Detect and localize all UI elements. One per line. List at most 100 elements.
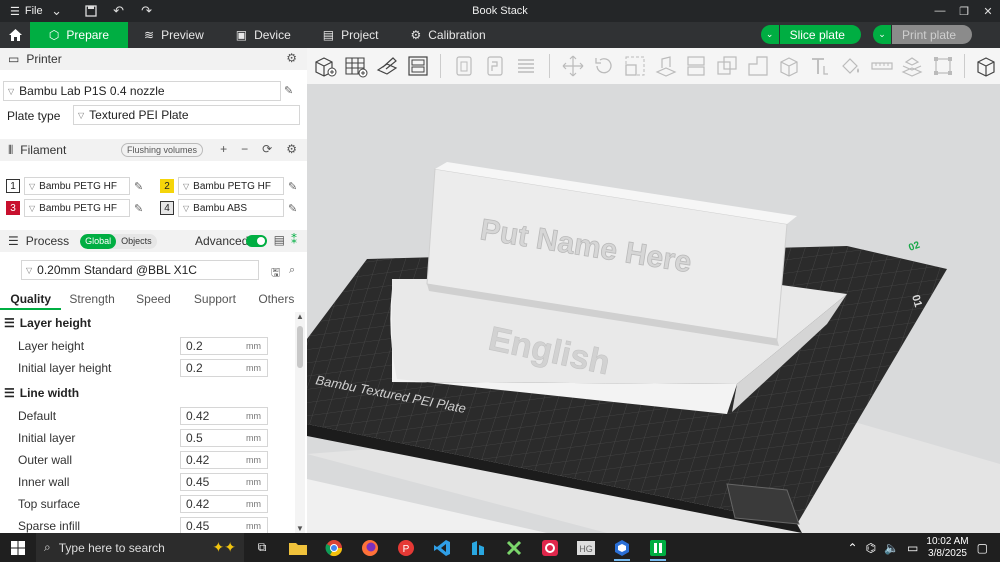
- firefox-icon[interactable]: [352, 533, 388, 562]
- line-width-input[interactable]: 0.42 mm: [180, 495, 268, 513]
- filament-select[interactable]: ▽ Bambu PETG HF: [178, 177, 284, 195]
- tab-project[interactable]: ▤ Project: [307, 22, 395, 48]
- view-cube-icon[interactable]: [972, 52, 1000, 80]
- line-width-input[interactable]: 0.45 mm: [180, 473, 268, 491]
- line-width-input[interactable]: 0.42 mm: [180, 451, 268, 469]
- tab-speed[interactable]: Speed: [123, 290, 184, 310]
- wifi-icon[interactable]: ⌬: [866, 541, 876, 555]
- scale-icon[interactable]: [621, 52, 649, 80]
- app-hg-icon[interactable]: HG: [568, 533, 604, 562]
- settings-scrollbar[interactable]: ▲ ▼: [295, 312, 305, 533]
- filament-slot-1[interactable]: 1 ▽ Bambu PETG HF ✎: [6, 177, 143, 195]
- split-layers-icon[interactable]: [512, 52, 540, 80]
- sync-icon[interactable]: ⟳: [262, 142, 272, 156]
- boolean-icon[interactable]: [713, 52, 741, 80]
- home-icon[interactable]: [0, 22, 30, 48]
- gear-icon[interactable]: ⚙: [286, 142, 297, 156]
- line-width-input[interactable]: 0.5 mm: [180, 429, 268, 447]
- tab-device[interactable]: ▣ Device: [220, 22, 307, 48]
- taskbar-search[interactable]: ⌕ Type here to search ✦✦: [36, 533, 244, 562]
- plate-type-select[interactable]: ▽ Textured PEI Plate: [73, 105, 300, 125]
- file-explorer-icon[interactable]: [280, 533, 316, 562]
- add-plate-icon[interactable]: [342, 52, 370, 80]
- filament-slot-3[interactable]: 3 ▽ Bambu PETG HF ✎: [6, 199, 143, 217]
- vscode-icon[interactable]: [424, 533, 460, 562]
- seam-paint-icon[interactable]: [775, 52, 803, 80]
- scroll-down-icon[interactable]: ▼: [296, 524, 304, 533]
- global-option[interactable]: Global: [80, 233, 117, 249]
- bambu-studio-icon[interactable]: [604, 533, 640, 562]
- list-icon[interactable]: ▤: [274, 233, 285, 247]
- tray-chevron-up-icon[interactable]: ⌃: [848, 541, 858, 555]
- compare-icon[interactable]: ⁑: [291, 233, 297, 247]
- app-tools-icon[interactable]: [496, 533, 532, 562]
- filament-select[interactable]: ▽ Bambu ABS: [178, 199, 284, 217]
- app-p-icon[interactable]: P: [388, 533, 424, 562]
- advanced-toggle[interactable]: [246, 235, 267, 247]
- color-paint-icon[interactable]: [837, 52, 865, 80]
- filament-select[interactable]: ▽ Bambu PETG HF: [24, 177, 130, 195]
- line-width-input[interactable]: 0.42 mm: [180, 407, 268, 425]
- measure-icon[interactable]: [868, 52, 896, 80]
- maximize-icon[interactable]: ❐: [952, 0, 976, 22]
- save-preset-icon[interactable]: 🖫: [271, 264, 280, 283]
- print-plate-button[interactable]: ⌄ Print plate: [872, 25, 972, 44]
- filament-slot-2[interactable]: 2 ▽ Bambu PETG HF ✎: [160, 177, 297, 195]
- close-icon[interactable]: ✕: [976, 0, 1000, 22]
- cut-icon[interactable]: [682, 52, 710, 80]
- tab-others[interactable]: Others: [246, 290, 307, 310]
- volume-icon[interactable]: 🔈: [884, 541, 899, 555]
- tab-preview[interactable]: ≋ Preview: [128, 22, 220, 48]
- edit-icon[interactable]: ✎: [288, 202, 297, 215]
- notification-icon[interactable]: ▢: [977, 541, 988, 555]
- layer-height-input[interactable]: 0.2 mm: [180, 337, 268, 355]
- bounding-box-icon[interactable]: [929, 52, 957, 80]
- edit-icon[interactable]: ✎: [288, 180, 297, 193]
- search-icon[interactable]: ⌕: [289, 264, 295, 277]
- tab-support[interactable]: Support: [184, 290, 245, 310]
- task-view-icon[interactable]: ⧉: [244, 533, 280, 562]
- edit-icon[interactable]: ✎: [134, 202, 143, 215]
- plate-settings-icon[interactable]: [481, 52, 509, 80]
- bambu-app-icon[interactable]: [640, 533, 676, 562]
- layout-icon[interactable]: [450, 52, 478, 80]
- initial-layer-height-input[interactable]: 0.2 mm: [180, 359, 268, 377]
- windows-start-icon[interactable]: [0, 533, 36, 562]
- redo-icon[interactable]: ↷: [133, 0, 161, 22]
- chevron-down-icon[interactable]: ⌄: [760, 25, 779, 44]
- slice-plate-button[interactable]: ⌄ Slice plate: [760, 25, 861, 44]
- tab-quality[interactable]: Quality: [0, 290, 62, 310]
- orient-icon[interactable]: [373, 52, 401, 80]
- add-icon[interactable]: +: [220, 142, 227, 156]
- remove-icon[interactable]: −: [241, 142, 248, 156]
- chrome-icon[interactable]: [316, 533, 352, 562]
- scroll-up-icon[interactable]: ▲: [296, 312, 304, 321]
- arrange-icon[interactable]: [404, 52, 432, 80]
- filament-select[interactable]: ▽ Bambu PETG HF: [24, 199, 130, 217]
- battery-icon[interactable]: ▭: [907, 541, 918, 555]
- printer-select[interactable]: ▽ Bambu Lab P1S 0.4 nozzle: [3, 81, 281, 101]
- save-icon[interactable]: [77, 0, 105, 22]
- add-object-icon[interactable]: [311, 52, 339, 80]
- assembly-icon[interactable]: [898, 52, 926, 80]
- app-record-icon[interactable]: [532, 533, 568, 562]
- undo-icon[interactable]: ↶: [105, 0, 133, 22]
- chevron-down-icon[interactable]: ⌄: [872, 25, 891, 44]
- support-paint-icon[interactable]: [744, 52, 772, 80]
- scrollbar-thumb[interactable]: [297, 326, 303, 368]
- objects-option[interactable]: Objects: [116, 234, 157, 249]
- tab-strength[interactable]: Strength: [61, 290, 122, 310]
- app-n-icon[interactable]: [460, 533, 496, 562]
- rotate-icon[interactable]: [590, 52, 618, 80]
- edit-icon[interactable]: ✎: [134, 180, 143, 193]
- tab-prepare[interactable]: ⬡ Prepare: [30, 22, 128, 48]
- clock[interactable]: 10:02 AM 3/8/2025: [926, 536, 968, 560]
- file-menu[interactable]: ☰ File: [0, 0, 43, 22]
- tab-calibration[interactable]: ⚙ Calibration: [394, 22, 501, 48]
- text-tool-icon[interactable]: [806, 52, 834, 80]
- lay-on-face-icon[interactable]: [652, 52, 680, 80]
- gear-icon[interactable]: ⚙: [286, 51, 297, 65]
- 3d-viewport[interactable]: Bambu Textured PEI Plate 01 02 English P…: [307, 84, 1000, 533]
- flushing-volumes-button[interactable]: Flushing volumes: [121, 143, 204, 157]
- minimize-icon[interactable]: —: [928, 0, 952, 22]
